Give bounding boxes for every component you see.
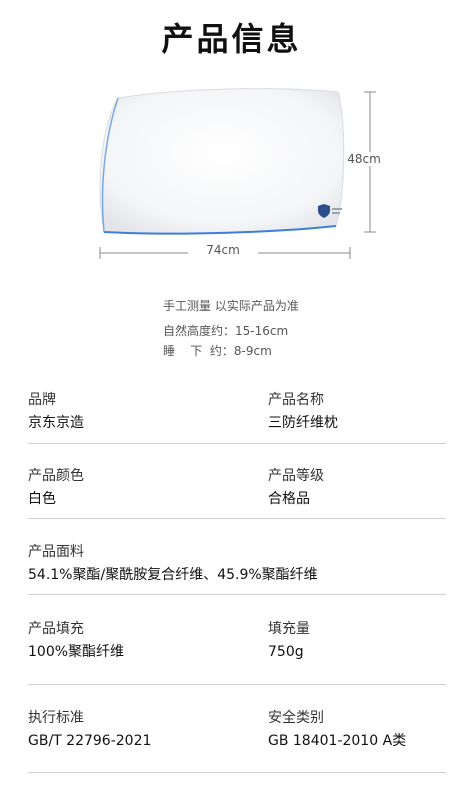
pillow-diagram: 74cm 48cm [0, 80, 463, 265]
spec-label: 产品填充 [28, 621, 84, 637]
measurement-disclaimer: 手工测量 以实际产品为准 [163, 299, 299, 313]
spec-row-standard: 执行标准 GB/T 22796-2021 安全类别 GB 18401-2010 … [28, 708, 446, 773]
spec-label: 产品名称 [268, 392, 324, 408]
width-dimension-label: 74cm [188, 243, 258, 257]
spec-label: 产品等级 [268, 468, 324, 484]
spec-safety: 安全类别 GB 18401-2010 A类 [268, 708, 406, 751]
spec-grade: 产品等级 合格品 [268, 466, 324, 509]
spec-row-filling: 产品填充 100%聚酯纤维 填充量 750g [28, 619, 446, 685]
sleeping-height-note: 睡 下 约：8-9cm [163, 344, 272, 358]
spec-label: 品牌 [28, 392, 56, 408]
natural-height-note: 自然高度约：15-16cm [163, 324, 289, 338]
spec-filling: 产品填充 100%聚酯纤维 [28, 619, 124, 662]
spec-value: 100%聚酯纤维 [28, 644, 125, 660]
pillow-illustration [99, 88, 376, 259]
spec-brand: 品牌 京东京造 [28, 390, 84, 433]
spec-product-name: 产品名称 三防纤维枕 [268, 390, 338, 433]
spec-label: 安全类别 [268, 710, 324, 726]
spec-value: GB/T 22796-2021 [28, 733, 152, 749]
spec-fabric: 产品面料 54.1%聚酯/聚酰胺复合纤维、45.9%聚酯纤维 [28, 542, 318, 585]
spec-value: 750g [268, 644, 304, 660]
spec-label: 产品颜色 [28, 468, 84, 484]
spec-value: 合格品 [268, 491, 310, 507]
spec-value: 三防纤维枕 [268, 415, 338, 431]
spec-color: 产品颜色 白色 [28, 466, 84, 509]
spec-label: 填充量 [268, 621, 310, 637]
spec-value: 京东京造 [28, 415, 84, 431]
spec-label: 执行标准 [28, 710, 84, 726]
spec-row-brand: 品牌 京东京造 产品名称 三防纤维枕 [28, 390, 446, 444]
spec-fill-weight: 填充量 750g [268, 619, 310, 662]
height-dimension-label: 48cm [344, 152, 384, 166]
page-title: 产品信息 [161, 20, 302, 58]
spec-label: 产品面料 [28, 544, 84, 560]
pillow-shape [99, 88, 345, 235]
spec-value: 54.1%聚酯/聚酰胺复合纤维、45.9%聚酯纤维 [28, 567, 318, 583]
spec-value: 白色 [28, 491, 56, 507]
spec-row-color: 产品颜色 白色 产品等级 合格品 [28, 466, 446, 519]
measurement-notes: 手工测量 以实际产品为准 自然高度约：15-16cm 睡 下 约：8-9cm [163, 296, 299, 361]
spec-value: GB 18401-2010 A类 [268, 733, 407, 749]
spec-row-fabric: 产品面料 54.1%聚酯/聚酰胺复合纤维、45.9%聚酯纤维 [28, 542, 446, 595]
spec-standard: 执行标准 GB/T 22796-2021 [28, 708, 151, 751]
